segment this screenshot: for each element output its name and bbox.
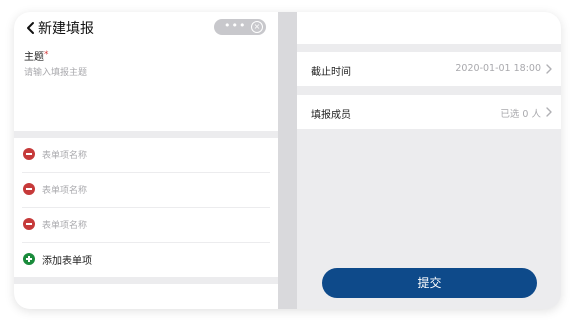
chevron-right-icon	[546, 64, 552, 74]
page-title: 新建填报	[38, 21, 94, 37]
chevron-right-icon	[546, 107, 552, 117]
form-item-name-input[interactable]: 表单项名称	[42, 183, 87, 196]
settings-pane: 截止时间 2020-01-01 18:00 填报成员 已选 0 人 提交	[297, 12, 561, 309]
form-pane: 新建填报 ••• × 主题* 请输入填报主题 表单项名称 表单项名称 表单项名称…	[14, 12, 278, 309]
members-cell[interactable]: 填报成员 已选 0 人	[297, 95, 561, 129]
form-item-row: 表单项名称	[14, 138, 278, 173]
pane-divider	[278, 12, 297, 309]
submit-button[interactable]: 提交	[322, 268, 537, 298]
back-arrow-icon[interactable]	[24, 21, 38, 35]
topic-label: 主题*	[24, 48, 49, 63]
remove-item-icon[interactable]	[23, 183, 35, 195]
mini-program-capsule: ••• ×	[214, 19, 266, 35]
topic-section: 新建填报 ••• × 主题* 请输入填报主题	[14, 12, 278, 131]
form-item-row: 表单项名称	[14, 208, 278, 243]
form-items-list: 表单项名称 表单项名称 表单项名称 添加表单项	[14, 138, 278, 277]
deadline-label: 截止时间	[311, 67, 351, 78]
members-value: 已选 0 人	[500, 109, 541, 120]
members-label: 填报成员	[311, 110, 351, 121]
deadline-value: 2020-01-01 18:00	[455, 63, 541, 74]
remove-item-icon[interactable]	[23, 218, 35, 230]
topic-input[interactable]: 请输入填报主题	[24, 65, 87, 78]
close-icon[interactable]: ×	[251, 21, 263, 33]
add-form-item-button[interactable]: 添加表单项	[14, 243, 278, 278]
required-mark: *	[44, 50, 49, 60]
remove-item-icon[interactable]	[23, 148, 35, 160]
add-form-item-label[interactable]: 添加表单项	[42, 252, 92, 267]
app-window: 新建填报 ••• × 主题* 请输入填报主题 表单项名称 表单项名称 表单项名称…	[14, 12, 561, 309]
nav-bar: 新建填报 ••• ×	[14, 12, 278, 44]
add-icon[interactable]	[23, 253, 35, 265]
more-icon[interactable]: •••	[224, 20, 246, 32]
form-item-row: 表单项名称	[14, 173, 278, 208]
settings-header	[297, 12, 561, 44]
form-item-name-input[interactable]: 表单项名称	[42, 218, 87, 231]
form-item-name-input[interactable]: 表单项名称	[42, 148, 87, 161]
deadline-cell[interactable]: 截止时间 2020-01-01 18:00	[297, 52, 561, 86]
bottom-spacer	[14, 284, 278, 309]
topic-label-text: 主题	[24, 52, 44, 63]
